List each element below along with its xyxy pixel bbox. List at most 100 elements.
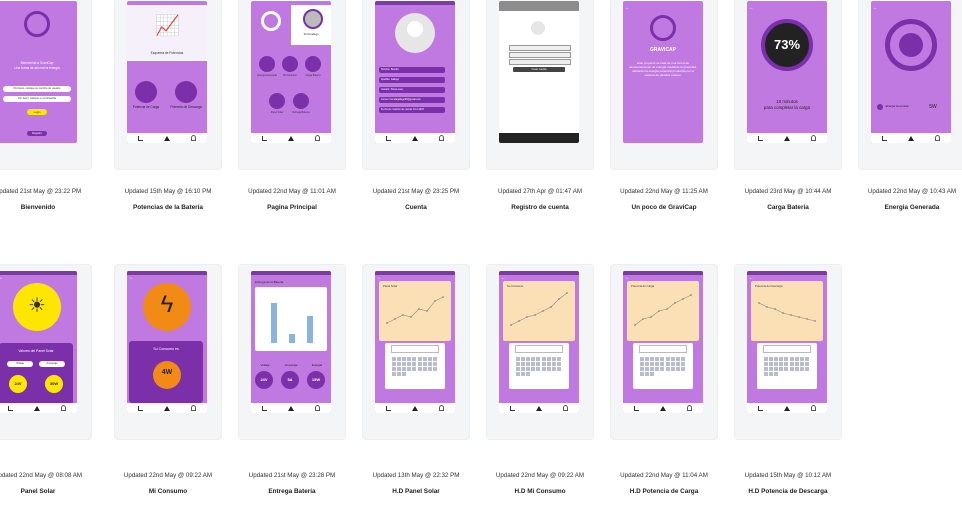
graph-icon[interactable] <box>385 135 391 141</box>
graph-icon[interactable] <box>881 135 887 141</box>
screen-thumbnail[interactable]: ← 73% 10 minutos para completar la carga <box>747 1 827 143</box>
person-icon[interactable] <box>811 405 817 411</box>
screen-title[interactable]: Pagina Principal <box>230 204 354 211</box>
screen-thumbnail[interactable]: ← ϟ Su Consumo es 4W <box>127 271 207 413</box>
person-icon[interactable] <box>191 405 197 411</box>
graph-icon[interactable] <box>261 405 267 411</box>
screen-title[interactable]: Cuenta <box>354 204 478 211</box>
register-button[interactable]: Registro <box>27 131 47 136</box>
person-icon[interactable] <box>687 405 693 411</box>
graph-icon[interactable] <box>757 135 763 141</box>
person-icon[interactable] <box>563 405 569 411</box>
screen-thumbnail[interactable]: Crear cuenta <box>499 1 579 143</box>
screen-title[interactable]: Energia Generada <box>850 204 962 211</box>
person-icon[interactable] <box>439 405 445 411</box>
graph-icon[interactable] <box>385 405 391 411</box>
welcome-text: Bienvenido a GraviCap <box>20 61 54 65</box>
menu-icon[interactable] <box>305 56 321 72</box>
home-icon[interactable] <box>411 405 418 411</box>
screen-title[interactable]: H.D Mi Consumo <box>478 488 602 495</box>
screen-title[interactable]: Bienvenido <box>0 204 100 211</box>
person-icon[interactable] <box>935 135 941 141</box>
screen-thumbnail[interactable]: ← Su Consumo <box>499 271 579 413</box>
screen-card[interactable]: ← ϟ Su Consumo es 4W <box>114 264 222 440</box>
home-icon[interactable] <box>163 405 170 411</box>
descarga-icon[interactable] <box>175 81 197 103</box>
menu-icon[interactable] <box>282 56 298 72</box>
person-icon[interactable] <box>315 135 321 141</box>
screen-title[interactable]: Panel Solar <box>0 488 100 495</box>
screen-card[interactable]: ← Potencia de Descarga <box>734 264 842 440</box>
screen-thumbnail[interactable]: TomeGallego Energia Generada Mi Consumo Car… <box>251 1 331 143</box>
person-icon[interactable] <box>439 135 445 141</box>
screen-thumbnail[interactable]: ← Energia Generada 5W <box>871 1 951 143</box>
screen-card[interactable]: GRAVICAP Este proyecto se trata de una fo… <box>610 0 718 170</box>
person-icon[interactable] <box>315 405 321 411</box>
home-icon[interactable] <box>287 135 294 141</box>
screen-thumbnail[interactable]: GRAVICAP Este proyecto se trata de una fo… <box>623 1 703 143</box>
screen-title[interactable]: H.D Potencia de Descarga <box>726 488 850 495</box>
screen-card[interactable]: ← 73% 10 minutos para completar la carga <box>734 0 842 170</box>
screen-thumbnail[interactable]: ← Panel Solar <box>375 271 455 413</box>
menu-icon[interactable] <box>293 93 309 109</box>
history-chart: Potencia de Carga <box>627 281 699 341</box>
graph-icon[interactable] <box>261 135 267 141</box>
screen-thumbnail[interactable]: ← Potencia de Carga <box>623 271 703 413</box>
screen-card[interactable]: Crear cuenta <box>486 0 594 170</box>
screen-title[interactable]: Potencias de la Batería <box>106 204 230 211</box>
home-icon[interactable] <box>287 405 294 411</box>
screen-thumbnail[interactable]: Entrega de la Batería Voltaje Amperaje Ener… <box>251 271 331 413</box>
screen-thumbnail[interactable]: ← Potencia de Descarga <box>747 271 827 413</box>
home-icon[interactable] <box>411 135 418 141</box>
screen-title[interactable]: H.D Panel Solar <box>354 488 478 495</box>
person-icon[interactable] <box>191 135 197 141</box>
amperaje-chip: Amperaje <box>39 361 65 367</box>
screen-thumbnail[interactable]: Bienvenido a GraviCap Una forma de ahorra… <box>0 1 77 143</box>
graph-icon[interactable] <box>757 405 763 411</box>
graph-icon[interactable] <box>137 405 143 411</box>
graph-icon[interactable] <box>509 405 515 411</box>
screen-card[interactable]: ← Potencia de Carga <box>610 264 718 440</box>
screen-thumbnail[interactable]: ← ☀ Valores del Panel Solar Voltaje Amperaje… <box>0 271 77 413</box>
graph-icon[interactable] <box>7 405 13 411</box>
home-icon[interactable] <box>659 405 666 411</box>
screen-title[interactable]: Mi Consumo <box>106 488 230 495</box>
form-input[interactable] <box>509 52 571 58</box>
home-icon[interactable] <box>33 405 40 411</box>
home-icon[interactable] <box>163 135 170 141</box>
carga-icon[interactable] <box>135 81 157 103</box>
screen-card[interactable]: ← Energia Generada 5W <box>858 0 962 170</box>
username-input[interactable]: Por favor, coloque su nombre de usuario <box>3 86 71 92</box>
form-input[interactable] <box>509 59 571 65</box>
create-account-button[interactable]: Crear cuenta <box>513 67 565 72</box>
menu-icon[interactable] <box>259 56 275 72</box>
password-input[interactable]: Por favor, coloque su contraseña <box>3 96 71 102</box>
screen-card[interactable]: ← Su Consumo <box>486 264 594 440</box>
screen-card[interactable]: ← Panel Solar <box>362 264 470 440</box>
screen-thumbnail[interactable]: 📈 Esquema de Potencias Potencia de Carga Po… <box>127 1 207 143</box>
screen-title[interactable]: Carga Bateria <box>726 204 850 211</box>
screen-card[interactable]: Bienvenido a GraviCap Una forma de ahorra… <box>0 0 92 170</box>
screen-card[interactable]: Nombre: Brenda Apellido: Gallego Usuario: … <box>362 0 470 170</box>
home-icon[interactable] <box>907 135 914 141</box>
form-input[interactable] <box>509 45 571 51</box>
screen-card[interactable]: 📈 Esquema de Potencias Potencia de Carga Po… <box>114 0 222 170</box>
screen-card[interactable]: Entrega de la Batería Voltaje Amperaje Ener… <box>238 264 346 440</box>
screen-thumbnail[interactable]: Nombre: Brenda Apellido: Gallego Usuario: … <box>375 1 455 143</box>
menu-icon[interactable] <box>269 93 285 109</box>
screen-title[interactable]: Un poco de GraviCap <box>602 204 726 211</box>
graph-icon[interactable] <box>137 135 143 141</box>
login-button[interactable]: Login <box>27 109 47 115</box>
person-icon[interactable] <box>811 135 817 141</box>
screen-card[interactable]: ← ☀ Valores del Panel Solar Voltaje Amperaje… <box>0 264 92 440</box>
graph-icon[interactable] <box>633 405 639 411</box>
screen-title[interactable]: Entrega Batería <box>230 488 354 495</box>
person-icon[interactable] <box>61 405 67 411</box>
screen-card[interactable]: TomeGallego Energia Generada Mi Consumo Car… <box>238 0 346 170</box>
screen-title[interactable]: Registro de cuenta <box>478 204 602 211</box>
series-point <box>434 300 436 302</box>
screen-title[interactable]: H.D Potencia de Carga <box>602 488 726 495</box>
home-icon[interactable] <box>783 405 790 411</box>
home-icon[interactable] <box>783 135 790 141</box>
home-icon[interactable] <box>535 405 542 411</box>
